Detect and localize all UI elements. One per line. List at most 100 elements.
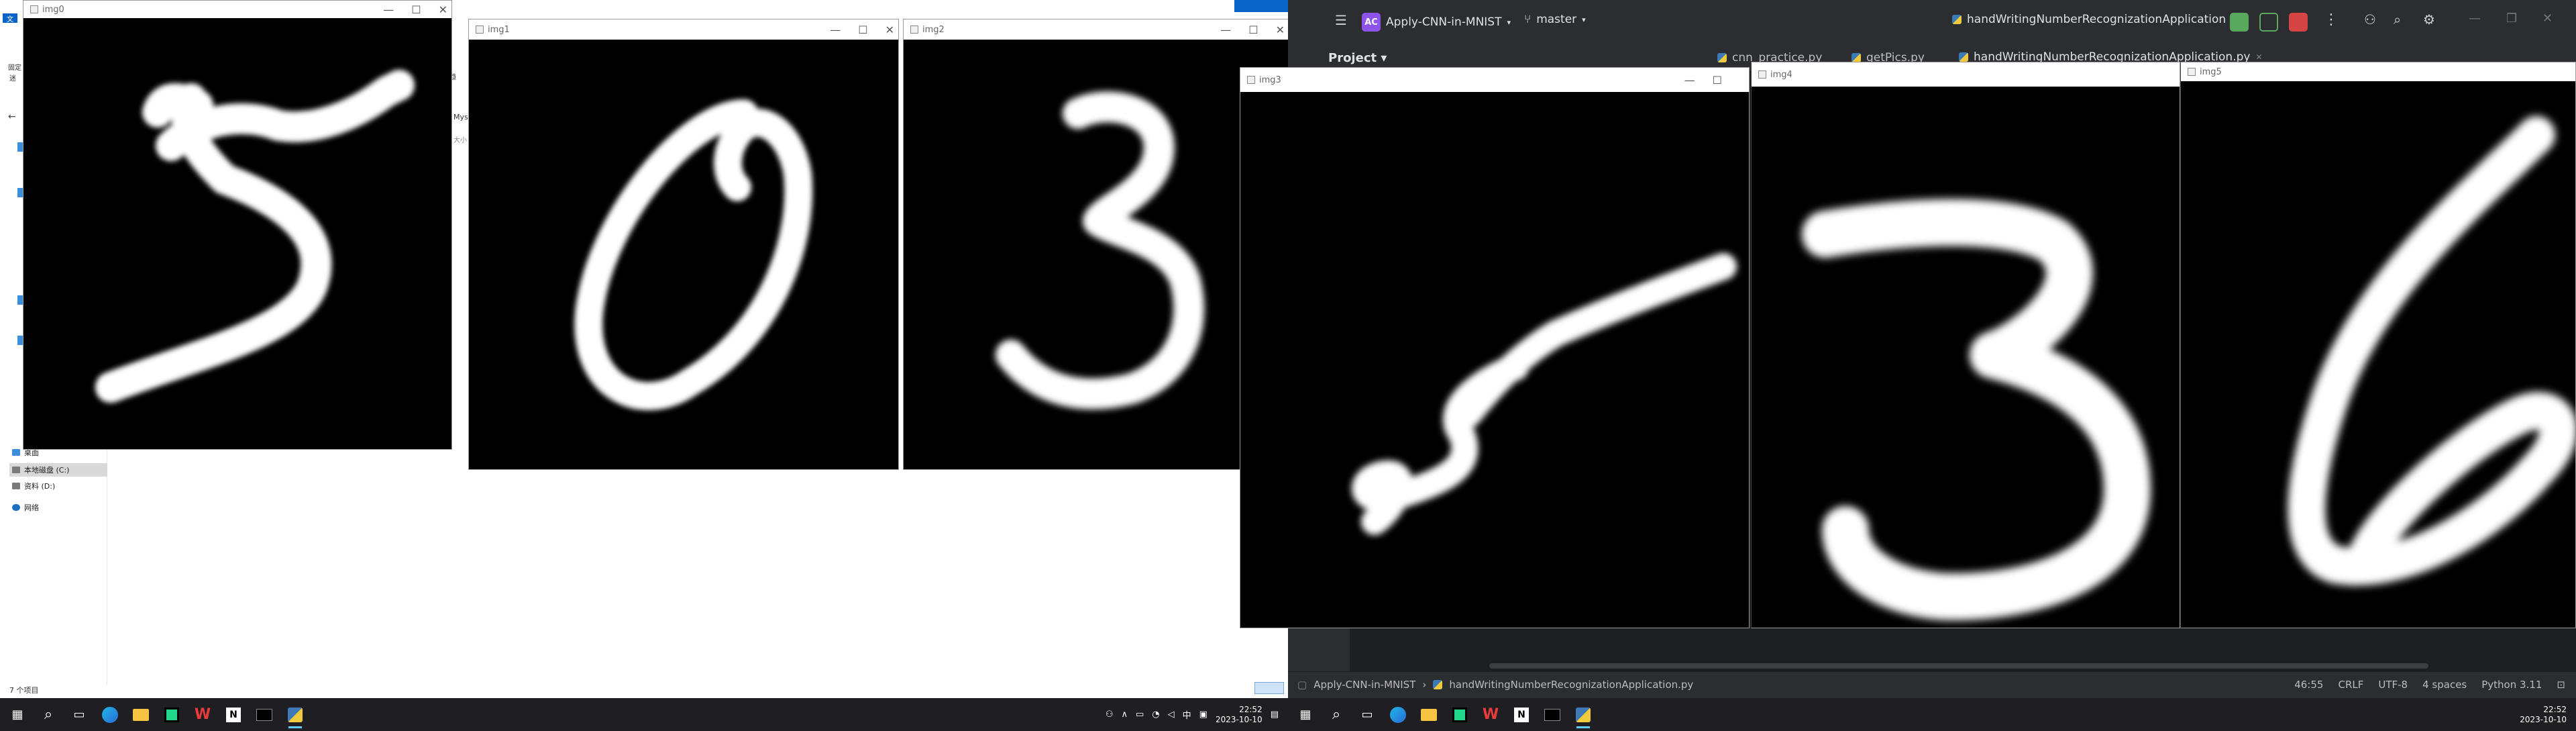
image-window-img4[interactable]: img4 bbox=[1751, 62, 2180, 628]
window-titlebar[interactable]: img1 — ☐ ✕ bbox=[469, 19, 898, 40]
clock[interactable]: 22:52 2023-10-10 bbox=[2520, 705, 2567, 725]
minimize-icon[interactable]: — bbox=[2469, 11, 2481, 26]
maximize-icon[interactable]: ☐ bbox=[411, 3, 421, 16]
taskbar-explorer[interactable] bbox=[127, 701, 154, 728]
windows-icon: ▦ bbox=[1299, 708, 1311, 722]
digit-3-drawing bbox=[996, 91, 1205, 409]
minimize-icon[interactable]: — bbox=[1684, 74, 1695, 87]
battery-icon: ▭ bbox=[1136, 710, 1144, 720]
branch-selector[interactable]: ⑂ master ▾ bbox=[1524, 13, 1586, 26]
ide-toolbar: ☰ AC Apply-CNN-in-MNIST ▾ ⑂ master ▾ han… bbox=[1288, 0, 2576, 44]
taskbar-pycharm[interactable] bbox=[1446, 701, 1473, 728]
close-icon[interactable]: ✕ bbox=[2542, 11, 2553, 26]
taskbar-terminal[interactable] bbox=[1539, 701, 1566, 728]
account-icon[interactable]: ⚇ bbox=[2364, 11, 2376, 28]
file-encoding[interactable]: UTF-8 bbox=[2378, 679, 2408, 691]
image-window-img3[interactable]: img3 — ☐ bbox=[1240, 67, 1750, 628]
chevron-up-icon[interactable]: ∧ bbox=[1121, 710, 1128, 720]
ime-indicator[interactable]: 中 bbox=[1183, 708, 1191, 721]
close-icon[interactable]: ✕ bbox=[885, 23, 894, 36]
maximize-icon[interactable]: ☐ bbox=[858, 23, 867, 36]
notification-icon[interactable]: ▤ bbox=[1271, 710, 1279, 720]
python-file-icon bbox=[1959, 52, 1968, 62]
stop-button[interactable] bbox=[2289, 13, 2308, 32]
taskbar-edge[interactable] bbox=[1385, 701, 1411, 728]
menu-icon[interactable]: ☰ bbox=[1335, 12, 1347, 28]
back-arrow-icon[interactable]: ← bbox=[8, 111, 16, 122]
digit-image bbox=[1752, 87, 2180, 628]
window-titlebar[interactable]: img0 — ☐ ✕ bbox=[23, 1, 451, 18]
task-view-button[interactable]: ▭ bbox=[66, 701, 93, 728]
taskbar-wps[interactable]: W bbox=[1477, 701, 1504, 728]
image-window-img5[interactable]: img5 bbox=[2180, 62, 2576, 628]
horizontal-scrollbar[interactable] bbox=[1489, 663, 2428, 669]
more-icon[interactable]: ⋮ bbox=[2324, 11, 2339, 28]
close-icon[interactable]: ✕ bbox=[2255, 52, 2262, 62]
search-icon[interactable]: ⌕ bbox=[2394, 11, 2401, 28]
taskbar-notion[interactable]: N bbox=[220, 701, 247, 728]
view-toggle-icon[interactable] bbox=[1254, 682, 1284, 694]
sidebar-item-d-drive[interactable]: 资料 (D:) bbox=[9, 479, 107, 493]
breadcrumb-root[interactable]: Apply-CNN-in-MNIST bbox=[1313, 679, 1415, 691]
clock[interactable]: 22:52 2023-10-10 bbox=[1216, 705, 1263, 725]
chevron-right-icon: › bbox=[1422, 679, 1427, 691]
minimize-icon[interactable]: — bbox=[830, 23, 841, 36]
python-interpreter[interactable]: Python 3.11 bbox=[2481, 679, 2542, 691]
maximize-icon[interactable]: ☐ bbox=[1248, 23, 1258, 36]
start-button[interactable]: ▦ bbox=[4, 701, 31, 728]
restore-icon[interactable]: ❐ bbox=[2506, 11, 2517, 26]
window-titlebar[interactable]: img3 — ☐ bbox=[1240, 68, 1749, 92]
image-window-img1[interactable]: img1 — ☐ ✕ bbox=[468, 19, 899, 470]
people-icon[interactable]: ⚇ bbox=[1106, 710, 1114, 720]
ime-mode-icon[interactable]: ▣ bbox=[1199, 710, 1208, 720]
window-icon bbox=[2188, 68, 2196, 76]
project-panel-title[interactable]: Project ▾ bbox=[1328, 51, 1387, 65]
wps-icon: W bbox=[194, 706, 211, 723]
taskbar-python[interactable] bbox=[282, 701, 309, 728]
project-selector[interactable]: AC Apply-CNN-in-MNIST ▾ bbox=[1362, 13, 1511, 32]
minimize-icon[interactable]: — bbox=[383, 3, 394, 16]
image-window-img2[interactable]: img2 — ☐ ✕ bbox=[903, 19, 1288, 470]
indent-setting[interactable]: 4 spaces bbox=[2422, 679, 2467, 691]
explorer-file-tab[interactable]: 文 bbox=[3, 13, 17, 23]
explorer-fragment: 大小 bbox=[453, 137, 467, 144]
taskbar-explorer[interactable] bbox=[1415, 701, 1442, 728]
sidebar-item-c-drive[interactable]: 本地磁盘 (C:) bbox=[9, 463, 107, 477]
taskbar-notion[interactable]: N bbox=[1508, 701, 1535, 728]
cursor-position[interactable]: 46:55 bbox=[2294, 679, 2323, 691]
window-titlebar[interactable]: img5 bbox=[2181, 62, 2575, 81]
window-title: img0 bbox=[42, 4, 64, 15]
window-titlebar[interactable]: img2 — ☐ ✕ bbox=[904, 19, 1288, 40]
maximize-icon[interactable]: ☐ bbox=[1713, 74, 1722, 87]
minimize-icon[interactable]: — bbox=[1220, 23, 1231, 36]
rerun-button[interactable] bbox=[2230, 13, 2249, 32]
window-titlebar[interactable]: img4 bbox=[1752, 62, 2180, 87]
folder-icon bbox=[133, 708, 149, 721]
taskbar-wps[interactable]: W bbox=[189, 701, 216, 728]
image-window-img0[interactable]: img0 — ☐ ✕ bbox=[23, 0, 452, 450]
line-separator[interactable]: CRLF bbox=[2338, 679, 2363, 691]
sidebar-item-network[interactable]: 网络 bbox=[9, 501, 107, 514]
chevron-down-icon: ▾ bbox=[1507, 17, 1511, 27]
task-view-button[interactable]: ▭ bbox=[1354, 701, 1381, 728]
python-icon bbox=[1576, 707, 1591, 722]
run-config-selector[interactable]: handWritingNumberRecognizationApplicatio… bbox=[1952, 13, 2235, 26]
close-icon[interactable]: ✕ bbox=[439, 3, 447, 16]
taskbar-edge[interactable] bbox=[97, 701, 123, 728]
taskbar-terminal[interactable] bbox=[251, 701, 278, 728]
notion-icon: N bbox=[226, 707, 241, 722]
volume-icon[interactable]: ◁ bbox=[1168, 710, 1175, 720]
explorer-fragment-pin: 固定 bbox=[8, 64, 21, 72]
taskbar-search[interactable]: ⌕ bbox=[1323, 701, 1350, 728]
taskbar-python[interactable] bbox=[1570, 701, 1597, 728]
window-icon bbox=[1247, 76, 1255, 84]
taskbar-pycharm[interactable] bbox=[158, 701, 185, 728]
debug-button[interactable] bbox=[2259, 13, 2278, 32]
close-icon[interactable]: ✕ bbox=[1276, 23, 1285, 36]
taskbar-search[interactable]: ⌕ bbox=[35, 701, 62, 728]
start-button[interactable]: ▦ bbox=[1292, 701, 1319, 728]
breadcrumb-file[interactable]: handWritingNumberRecognizationApplicatio… bbox=[1449, 679, 1693, 691]
lock-icon[interactable]: ⊡ bbox=[2557, 679, 2565, 691]
network-icon[interactable]: ◔ bbox=[1152, 710, 1159, 720]
settings-icon[interactable]: ⚙ bbox=[2423, 11, 2435, 28]
